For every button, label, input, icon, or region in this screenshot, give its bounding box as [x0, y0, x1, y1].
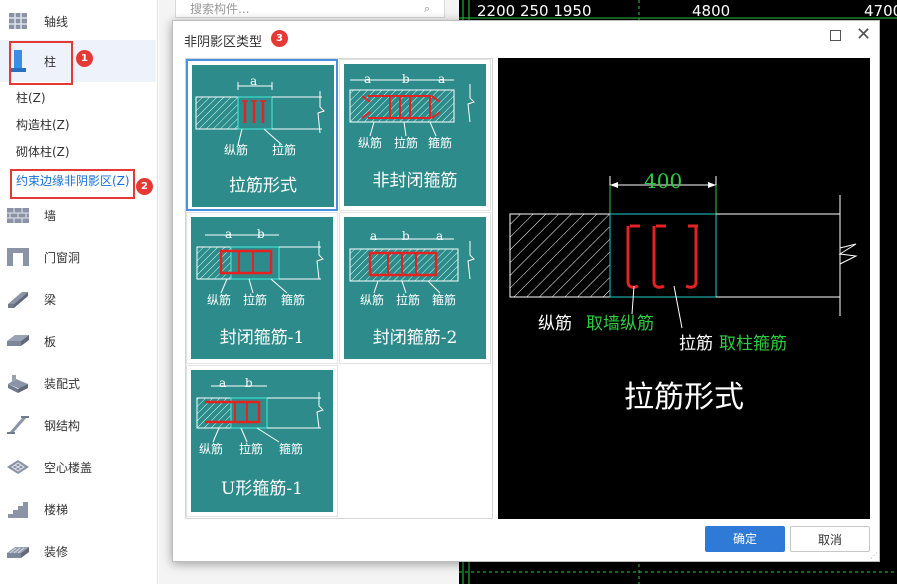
stair-icon: [6, 497, 30, 521]
search-icon[interactable]: ⌕: [424, 2, 430, 16]
cad-dim-mid: 4800: [692, 2, 731, 20]
dim-label-a: a: [364, 72, 372, 86]
label-long-bar: 纵筋: [207, 293, 232, 307]
sidebar-item-door-window[interactable]: 门窗洞: [0, 236, 156, 278]
dim-label-a2: a: [436, 229, 444, 243]
type-name: 封闭箍筋-2: [372, 328, 458, 348]
nonshadow-type-dialog: 非阴影区类型 3 ✕ a 纵筋 拉筋 拉筋形式 a b a 纵筋 拉筋 箍筋 非…: [172, 20, 880, 562]
dim-label-a: a: [250, 74, 258, 88]
sidebar-item-label: 装修: [44, 544, 69, 559]
dim-label-b: b: [245, 376, 253, 390]
type-tile: a b a 纵筋 拉筋 箍筋 非封闭箍筋: [344, 64, 486, 206]
sidebar-item-label: 梁: [44, 292, 57, 307]
component-sidebar: 轴线 柱 1 柱(Z) 构造柱(Z) 砌体柱(Z) 约束边缘非阴影区(Z) 2 …: [0, 0, 158, 584]
label-stirrup: 箍筋: [428, 136, 453, 150]
dim-label-b: b: [402, 72, 410, 86]
label-tie: 拉筋: [272, 143, 297, 157]
dim-label-a: a: [370, 229, 378, 243]
label-tie: 拉筋: [243, 293, 268, 307]
label-long-bar: 纵筋: [360, 293, 385, 307]
dim-label-b: b: [402, 229, 410, 243]
label-stirrup: 箍筋: [432, 293, 457, 307]
label-tie: 拉筋: [396, 293, 421, 307]
sidebar-item-label: 门窗洞: [44, 250, 81, 265]
type-name: 封闭箍筋-1: [219, 328, 305, 348]
sidebar-item-prefab[interactable]: 装配式: [0, 362, 156, 404]
maximize-icon[interactable]: [830, 30, 841, 41]
type-option-u-stirrup-1[interactable]: a b 纵筋 拉筋 箍筋 U形箍筋-1: [186, 365, 338, 517]
sidebar-item-beam[interactable]: 梁: [0, 278, 156, 320]
app-root: 轴线 柱 1 柱(Z) 构造柱(Z) 砌体柱(Z) 约束边缘非阴影区(Z) 2 …: [0, 0, 897, 584]
sidebar-item-decoration[interactable]: 装修: [0, 530, 156, 572]
step-badge-2: 2: [136, 178, 153, 195]
door-window-icon: [6, 245, 30, 269]
dialog-title: 非阴影区类型: [184, 35, 263, 50]
label-long-bar: 纵筋: [358, 136, 383, 150]
type-tile: a b a 纵筋 拉筋 箍筋 封闭箍筋-2: [344, 217, 486, 359]
label-tie: 拉筋: [239, 442, 264, 456]
sidebar-item-label: 钢结构: [44, 418, 81, 433]
dim-label-a2: a: [438, 72, 446, 86]
type-grid: a 纵筋 拉筋 拉筋形式 a b a 纵筋 拉筋 箍筋 非封闭箍筋 a b 纵筋…: [185, 58, 493, 519]
search-input[interactable]: 搜索构件...: [175, 0, 445, 18]
label-long-bar: 纵筋: [199, 442, 224, 456]
cancel-button[interactable]: 取消: [790, 526, 870, 552]
type-tile: a b 纵筋 拉筋 箍筋 封闭箍筋-1: [191, 217, 333, 359]
beam-icon: [6, 287, 30, 311]
type-tile: a b 纵筋 拉筋 箍筋 U形箍筋-1: [191, 370, 333, 512]
steel-structure-icon: [6, 413, 30, 437]
preview-title: 拉筋形式: [624, 380, 744, 415]
type-name: U形箍筋-1: [221, 479, 303, 499]
step-badge-3: 3: [271, 30, 288, 47]
sidebar-item-label: 板: [44, 334, 57, 349]
preview-dimension: 400: [644, 169, 683, 193]
type-option-tie-form[interactable]: a 纵筋 拉筋 拉筋形式: [186, 59, 338, 211]
sidebar-item-label: 装配式: [44, 376, 81, 391]
sidebar-item-label: 楼梯: [44, 502, 69, 517]
type-option-open-stirrup[interactable]: a b a 纵筋 拉筋 箍筋 非封闭箍筋: [339, 59, 491, 211]
type-name: 非封闭箍筋: [372, 171, 458, 191]
decoration-icon: [6, 539, 30, 563]
sidebar-item-stair[interactable]: 楼梯: [0, 488, 156, 530]
cad-dim-left: 2200 250 1950: [477, 2, 592, 20]
prefab-icon: [6, 371, 30, 395]
dim-label-a: a: [225, 227, 233, 241]
type-preview: 400 纵筋 取墙纵筋 拉筋 取柱箍筋 拉筋形式: [498, 58, 870, 519]
sidebar-item-label: 轴线: [44, 14, 69, 29]
label-tie: 拉筋: [394, 136, 419, 150]
hollow-floor-icon: [6, 455, 30, 479]
type-name: 拉筋形式: [229, 176, 297, 196]
sidebar-item-hollow-floor[interactable]: 空心楼盖: [0, 446, 156, 488]
preview-note-tie: 取柱箍筋: [719, 334, 787, 354]
preview-label-tie: 拉筋: [679, 334, 713, 354]
type-option-closed-stirrup-2[interactable]: a b a 纵筋 拉筋 箍筋 封闭箍筋-2: [339, 212, 491, 364]
sub-item-constructional-column[interactable]: 构造柱(Z): [16, 115, 70, 135]
sidebar-item-wall[interactable]: 墙: [0, 194, 156, 236]
sidebar-item-label: 墙: [44, 208, 57, 223]
label-long-bar: 纵筋: [224, 143, 249, 157]
close-icon[interactable]: ✕: [856, 25, 871, 45]
dim-label-b: b: [257, 227, 265, 241]
type-option-closed-stirrup-1[interactable]: a b 纵筋 拉筋 箍筋 封闭箍筋-1: [186, 212, 338, 364]
type-tile: a 纵筋 拉筋 拉筋形式: [192, 65, 334, 207]
sidebar-item-steel[interactable]: 钢结构: [0, 404, 156, 446]
step-badge-1: 1: [76, 50, 93, 67]
dim-label-a: a: [219, 376, 227, 390]
wall-icon: [6, 203, 30, 227]
preview-label-long-bar: 纵筋: [538, 314, 572, 334]
preview-note-long-bar: 取墙纵筋: [586, 314, 654, 334]
axis-grid-icon: [6, 9, 30, 33]
ok-button[interactable]: 确定: [705, 526, 785, 552]
label-stirrup: 箍筋: [281, 293, 306, 307]
sub-item-masonry-column[interactable]: 砌体柱(Z): [16, 142, 70, 162]
cad-dim-right: 4700: [864, 2, 897, 20]
sub-item-column[interactable]: 柱(Z): [16, 88, 46, 108]
label-stirrup: 箍筋: [279, 442, 304, 456]
resize-grip-icon[interactable]: ⋰: [870, 551, 878, 560]
highlight-box-column: [9, 41, 73, 85]
sidebar-item-axis[interactable]: 轴线: [0, 0, 156, 42]
sidebar-item-slab[interactable]: 板: [0, 320, 156, 362]
sidebar-item-label: 空心楼盖: [44, 460, 93, 475]
slab-icon: [6, 329, 30, 353]
